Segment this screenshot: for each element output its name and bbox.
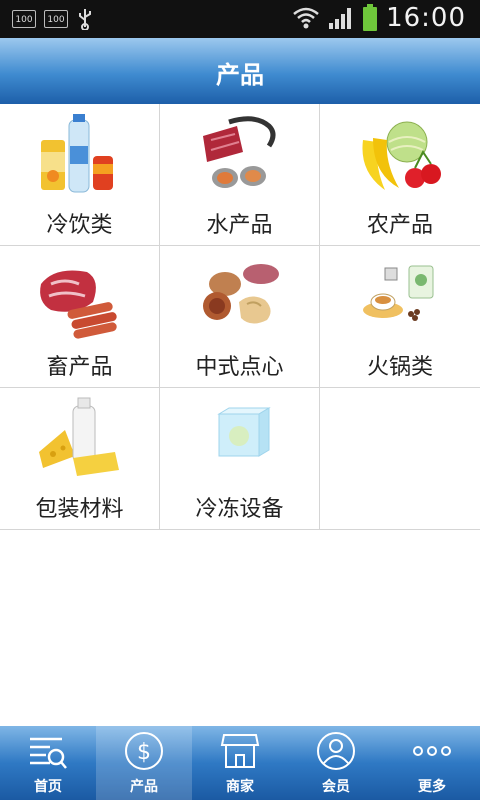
cold-drinks-icon xyxy=(41,114,113,193)
sim-badge-2: 100 xyxy=(44,10,68,28)
seafood-icon xyxy=(203,116,276,188)
category-livestock[interactable]: 畜产品 xyxy=(0,246,160,387)
sim-badge-1: 100 xyxy=(12,10,36,28)
tab-products[interactable]: $ 产品 xyxy=(96,726,192,800)
tab-label: 产品 xyxy=(130,779,158,795)
category-freezer[interactable]: 冷冻设备 xyxy=(160,388,320,529)
tab-label: 首页 xyxy=(34,779,62,795)
category-grid: 冷饮类 水产品 农产品 畜产品 中式点心 火锅类 包装材料 冷冻设备 xyxy=(0,104,480,530)
svg-text:$: $ xyxy=(137,740,151,765)
tab-label: 更多 xyxy=(418,779,446,795)
signal-icon xyxy=(329,8,352,29)
more-icon xyxy=(413,746,451,756)
category-packaging[interactable]: 包装材料 xyxy=(0,388,160,529)
tab-label: 商家 xyxy=(226,779,254,795)
livestock-icon xyxy=(40,270,117,339)
battery-icon xyxy=(363,4,378,31)
clock: 16:00 xyxy=(386,3,466,33)
title-bar: 产品 xyxy=(0,38,480,104)
category-chinese-snacks[interactable]: 中式点心 xyxy=(160,246,320,387)
chinese-snacks-icon xyxy=(203,264,279,324)
status-bar: 100 100 16:00 xyxy=(0,0,480,38)
wifi-icon xyxy=(293,7,319,29)
user-icon xyxy=(317,732,355,770)
category-hotpot[interactable]: 火锅类 xyxy=(320,246,480,387)
category-farm-produce[interactable]: 农产品 xyxy=(320,104,480,245)
category-label: 畜产品 xyxy=(46,355,113,380)
category-seafood[interactable]: 水产品 xyxy=(160,104,320,245)
category-label: 包装材料 xyxy=(35,497,124,522)
packaging-icon xyxy=(39,397,119,476)
category-label: 水产品 xyxy=(206,213,273,238)
tab-merchants[interactable]: 商家 xyxy=(192,726,288,800)
category-label: 冷冻设备 xyxy=(195,497,284,522)
category-cold-drinks[interactable]: 冷饮类 xyxy=(0,104,160,245)
home-icon xyxy=(30,737,67,769)
hotpot-icon xyxy=(363,265,434,321)
bottom-tab-bar: 首页 $ 产品 商家 会员 更多 xyxy=(0,726,480,800)
tab-more[interactable]: 更多 xyxy=(384,726,480,800)
page-title: 产品 xyxy=(216,61,264,89)
category-row: 冷饮类 水产品 农产品 xyxy=(0,104,480,246)
dollar-icon: $ xyxy=(125,732,163,770)
category-row: 畜产品 中式点心 火锅类 xyxy=(0,246,480,388)
tab-members[interactable]: 会员 xyxy=(288,726,384,800)
usb-icon xyxy=(79,9,91,30)
freezer-icon xyxy=(217,407,271,457)
tab-label: 会员 xyxy=(322,779,350,795)
farm-produce-icon xyxy=(362,121,441,190)
empty-cell xyxy=(320,388,480,529)
category-row: 包装材料 冷冻设备 xyxy=(0,388,480,530)
category-label: 中式点心 xyxy=(195,355,284,380)
category-label: 火锅类 xyxy=(366,355,433,380)
category-label: 农产品 xyxy=(366,213,433,238)
category-label: 冷饮类 xyxy=(46,213,113,238)
store-icon xyxy=(220,734,260,768)
tab-home[interactable]: 首页 xyxy=(0,726,96,800)
